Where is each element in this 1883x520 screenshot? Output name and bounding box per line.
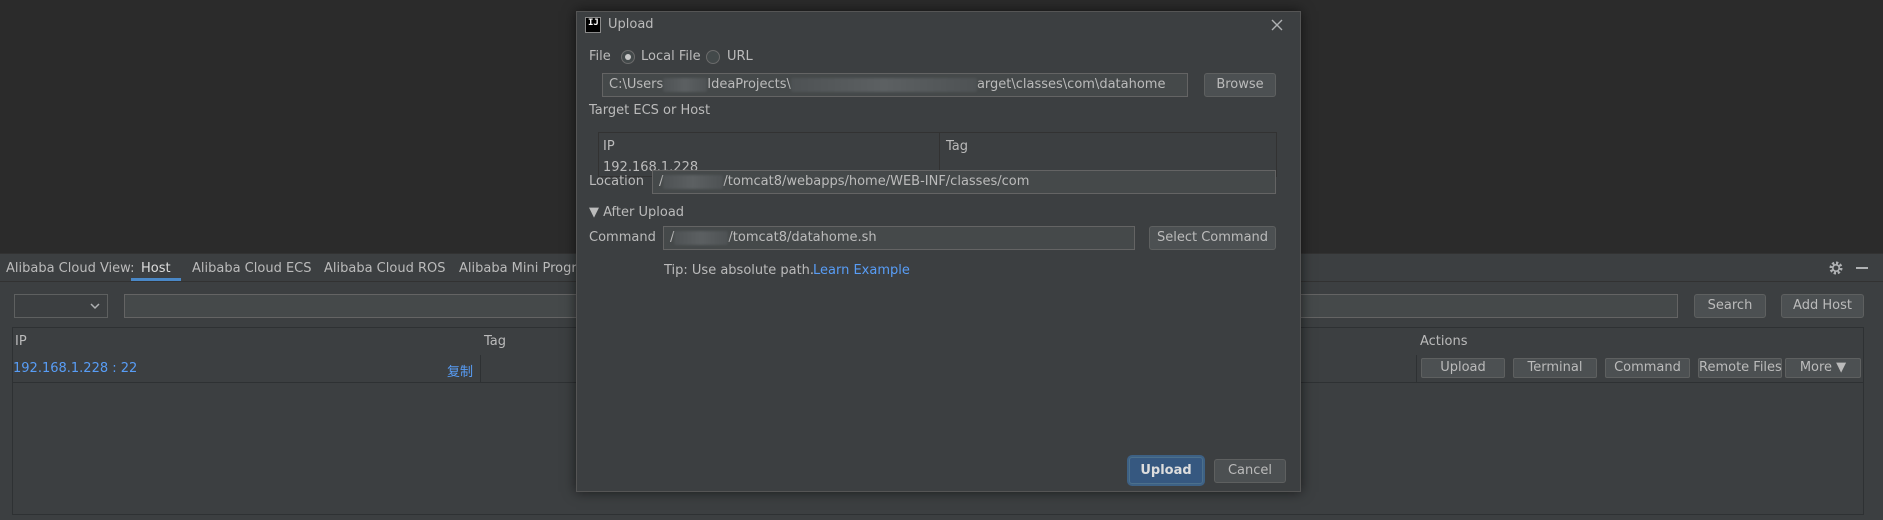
- target-host-label: Target ECS or Host: [589, 103, 711, 118]
- browse-button[interactable]: Browse: [1204, 73, 1276, 97]
- path-segment: C:\Users: [609, 77, 664, 92]
- local-file-radio[interactable]: [621, 50, 635, 64]
- column-header-actions: Actions: [1420, 334, 1468, 349]
- local-file-path-input[interactable]: C:\Users IdeaProjects\ arget\classes\com\d…: [602, 73, 1188, 97]
- path-segment: arget\classes\com\datahome: [976, 77, 1166, 92]
- row-command-button[interactable]: Command: [1605, 358, 1690, 378]
- tab-host[interactable]: Host: [141, 261, 171, 276]
- location-input[interactable]: //tomcat8/webapps/home/WEB-INF/classes/c…: [652, 170, 1276, 194]
- url-radio[interactable]: [706, 50, 720, 64]
- add-host-button[interactable]: Add Host: [1781, 294, 1864, 318]
- host-table-ip-header: IP: [603, 139, 615, 154]
- search-button[interactable]: Search: [1694, 294, 1766, 318]
- url-label[interactable]: URL: [727, 49, 753, 64]
- learn-example-link[interactable]: Learn Example: [813, 263, 910, 278]
- command-label: Command: [589, 230, 656, 245]
- tab-alibaba-cloud-ecs[interactable]: Alibaba Cloud ECS: [192, 261, 312, 276]
- row-more-button[interactable]: More ▼: [1785, 358, 1861, 378]
- after-upload-toggle[interactable]: ▼ After Upload: [589, 205, 684, 220]
- host-ip-link[interactable]: 192.168.1.228 : 22: [13, 361, 137, 376]
- active-tab-indicator: [131, 278, 181, 281]
- gear-icon[interactable]: [1828, 260, 1844, 276]
- column-separator: [480, 355, 481, 382]
- tab-alibaba-cloud-ros[interactable]: Alibaba Cloud ROS: [324, 261, 445, 276]
- local-file-label[interactable]: Local File: [641, 49, 701, 64]
- redacted-segment: [674, 230, 729, 245]
- minimize-icon[interactable]: [1856, 267, 1868, 269]
- redacted-segment: [790, 77, 977, 92]
- upload-button[interactable]: Upload: [1129, 457, 1203, 484]
- column-header-tag: Tag: [484, 334, 507, 349]
- row-terminal-button[interactable]: Terminal: [1513, 358, 1597, 378]
- tip-text: Tip: Use absolute path.: [664, 263, 815, 278]
- cancel-button[interactable]: Cancel: [1214, 459, 1286, 483]
- upload-dialog: IJ Upload File Local File URL C:\Users Id…: [576, 11, 1301, 492]
- tab-alibaba-mini-program[interactable]: Alibaba Mini Progra: [459, 261, 585, 276]
- intellij-app-icon: IJ: [585, 17, 601, 33]
- column-separator: [1416, 355, 1417, 382]
- location-value: /tomcat8/webapps/home/WEB-INF/classes/co…: [723, 174, 1030, 189]
- redacted-segment: [663, 174, 724, 189]
- location-label: Location: [589, 174, 644, 189]
- command-value: /tomcat8/datahome.sh: [728, 230, 877, 245]
- region-dropdown[interactable]: [14, 294, 108, 318]
- close-icon[interactable]: [1270, 18, 1284, 32]
- path-segment: IdeaProjects\: [707, 77, 791, 92]
- redacted-segment: [663, 77, 708, 92]
- command-input[interactable]: //tomcat8/datahome.sh: [663, 226, 1135, 250]
- tool-window-title: Alibaba Cloud View:: [6, 261, 135, 276]
- host-table-tag-header: Tag: [946, 139, 969, 154]
- row-remote-files-button[interactable]: Remote Files: [1698, 358, 1782, 378]
- row-upload-button[interactable]: Upload: [1421, 358, 1505, 378]
- dialog-title: Upload: [608, 17, 654, 32]
- select-command-button[interactable]: Select Command: [1149, 226, 1276, 250]
- chevron-down-icon: [90, 303, 100, 310]
- dialog-titlebar: IJ Upload: [577, 12, 1300, 38]
- file-label: File: [589, 49, 611, 64]
- copy-link[interactable]: 复制: [447, 361, 473, 380]
- column-header-ip: IP: [15, 334, 27, 349]
